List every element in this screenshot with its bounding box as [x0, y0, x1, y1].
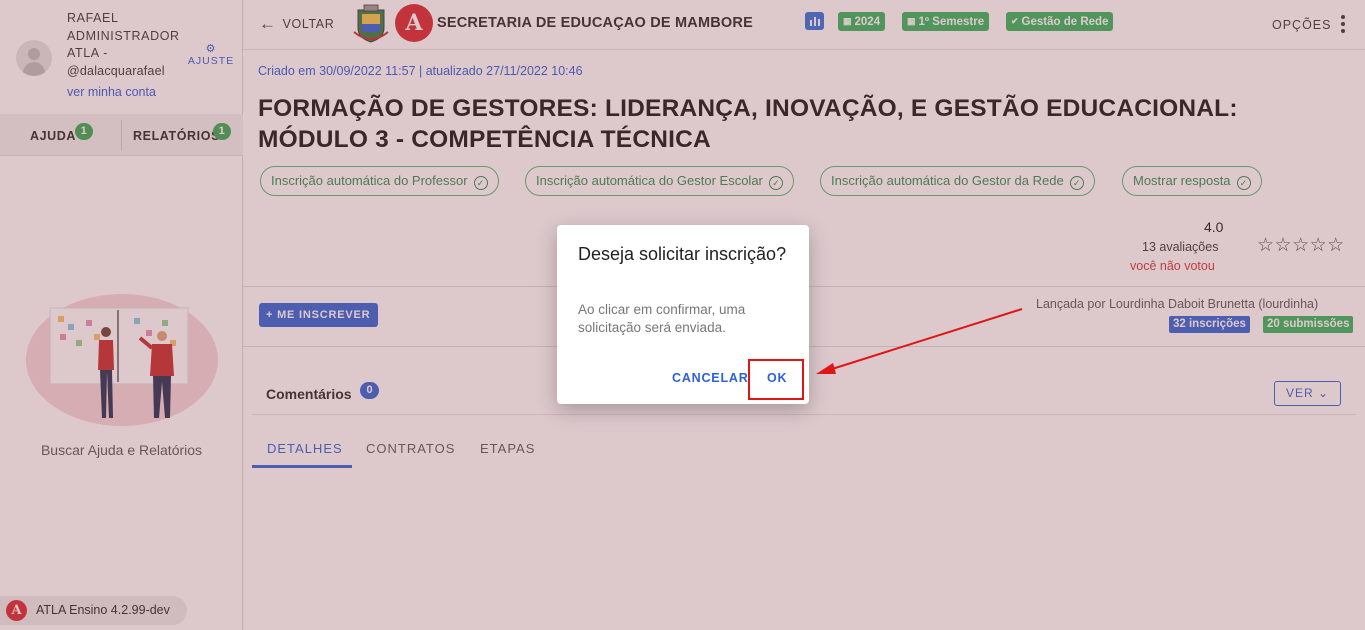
dialog-title: Deseja solicitar inscrição?: [578, 244, 787, 264]
cancel-button[interactable]: CANCELAR: [672, 371, 749, 385]
dialog-message: Ao clicar em confirmar, uma solicitação …: [578, 302, 746, 335]
ok-highlight-box: [748, 359, 804, 400]
